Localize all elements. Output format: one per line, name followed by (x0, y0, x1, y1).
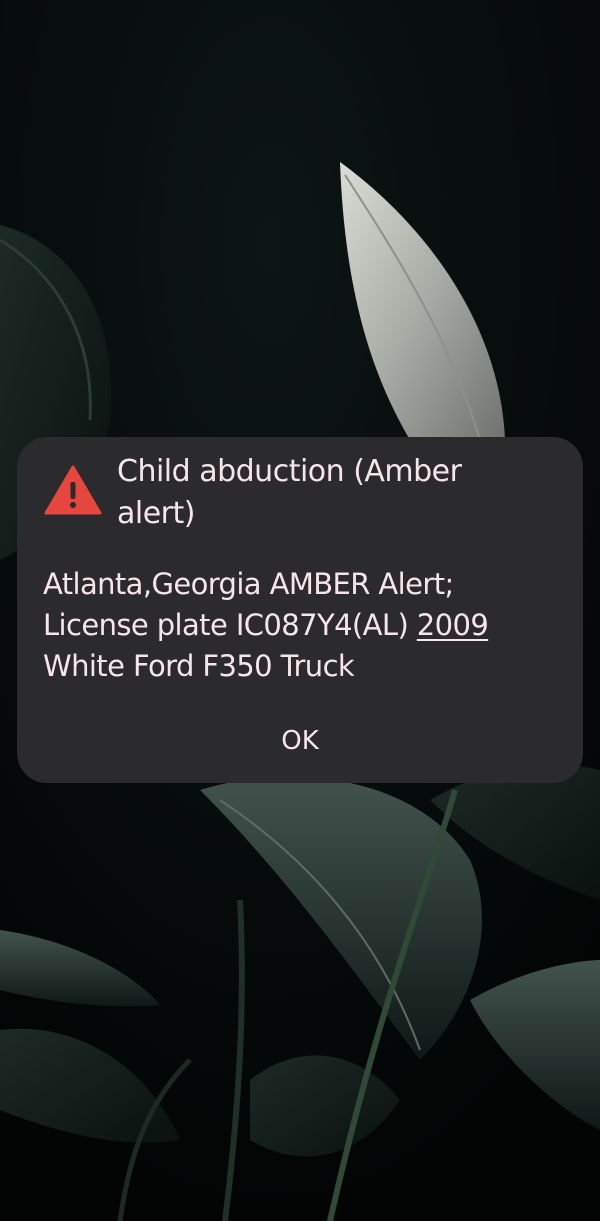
license-plate-text: License plate IC087Y4(AL) (43, 608, 417, 642)
message-line-plate: License plate IC087Y4(AL) 2009 (43, 605, 563, 646)
message-line-vehicle: White Ford F350 Truck (43, 649, 355, 683)
ok-button[interactable]: OK (250, 717, 350, 765)
amber-alert-dialog: Child abduction (Amber alert) Atlanta,Ge… (17, 437, 583, 783)
dialog-title: Child abduction (Amber alert) (117, 454, 462, 531)
warning-triangle-icon (44, 465, 102, 515)
year-link[interactable]: 2009 (417, 608, 489, 642)
dialog-message: Atlanta,Georgia AMBER Alert; License pla… (43, 564, 563, 687)
message-line-location: Atlanta,Georgia AMBER Alert; (43, 567, 454, 601)
